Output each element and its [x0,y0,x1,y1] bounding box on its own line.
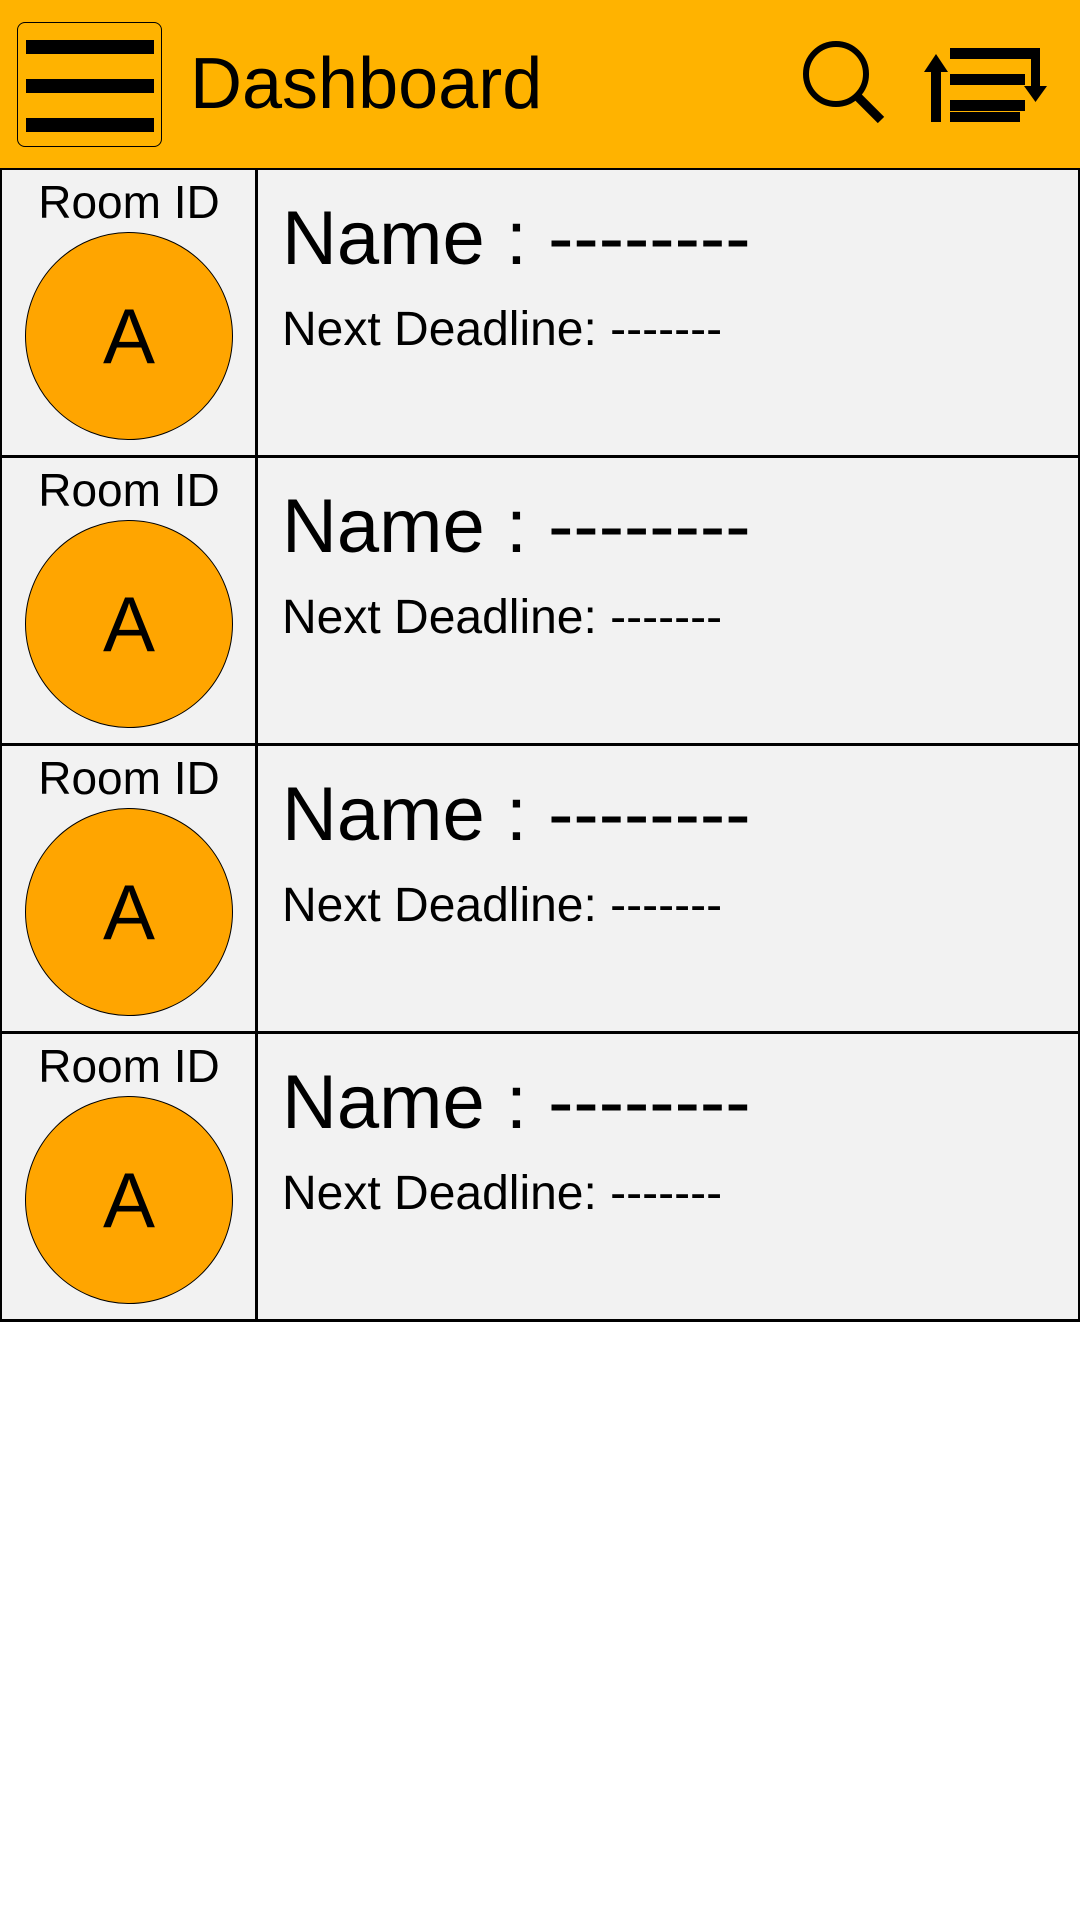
room-id-cell: Room ID A [2,170,258,455]
room-list: Room ID A Name : -------- Next Deadline:… [0,170,1080,1322]
room-name: Name : -------- [282,772,751,857]
room-list-item[interactable]: Room ID A Name : -------- Next Deadline:… [0,458,1080,746]
menu-button[interactable] [17,22,162,147]
app-root: Dashboard Room ID A Name: -------- Next… [0,0,1080,1920]
room-id-cell: Room ID A [2,458,258,743]
room-list-item[interactable]: Room ID A Name : -------- Next Deadline:… [0,1034,1080,1322]
search-button[interactable] [800,40,890,130]
room-avatar: A [25,232,233,440]
room-name: Name : -------- [282,484,751,569]
room-next-deadline: Next Deadline: ------- [282,591,723,644]
room-id-label: Room ID [38,752,220,804]
top-app-bar: Dashboard [0,0,1080,170]
room-id-cell: Room ID A [2,1034,258,1319]
room-next-deadline: Next Deadline: ------- [282,303,723,356]
room-name: Name : -------- [282,196,751,281]
room-id-label: Room ID [38,1040,220,1092]
room-avatar: A [25,808,233,1016]
sort-button[interactable] [920,40,1050,130]
hamburger-menu-icon [26,40,154,132]
page-title: Dashboard [190,44,543,124]
room-id-cell: Room ID A [2,746,258,1031]
room-id-label: Room ID [38,464,220,516]
room-next-deadline: Next Deadline: ------- [282,879,723,932]
room-avatar: A [25,520,233,728]
room-list-item[interactable]: Room ID A Name : -------- Next Deadline:… [0,746,1080,1034]
room-id-label: Room ID [38,176,220,228]
room-avatar: A [25,1096,233,1304]
search-icon [803,41,885,124]
room-name: Name : -------- [282,1060,751,1145]
room-list-item[interactable]: Room ID A Name : -------- Next Deadline:… [0,170,1080,458]
sort-icon [924,48,1047,122]
room-next-deadline: Next Deadline: ------- [282,1167,723,1220]
